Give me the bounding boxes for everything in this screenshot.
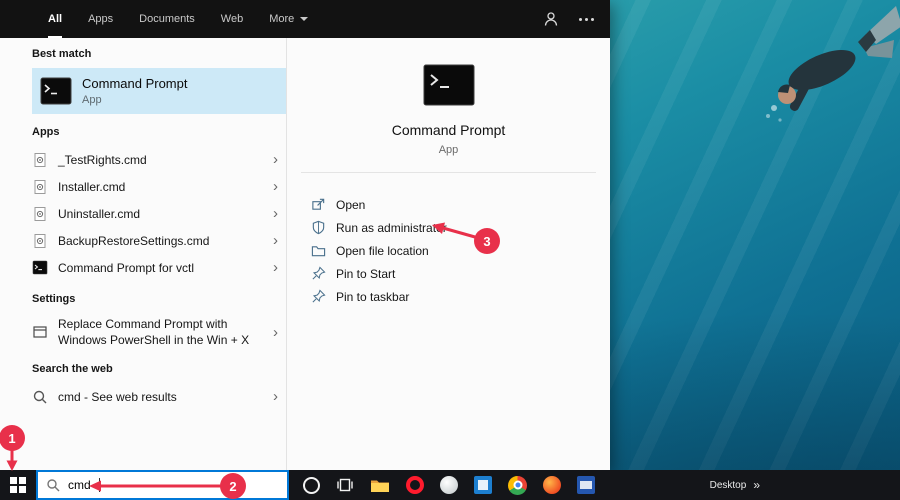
section-header-best-match: Best match [32,44,286,68]
result-label: Replace Command Prompt with Windows Powe… [58,316,256,348]
text-cursor [99,478,100,492]
result-backuprestoresettings-cmd[interactable]: BackupRestoreSettings.cmd [32,227,286,254]
best-match-title: Command Prompt [82,76,187,91]
action-pin-to-taskbar[interactable]: Pin to taskbar [311,285,610,308]
blue-window-app-icon[interactable] [474,476,492,494]
result-label: Command Prompt for vctl [58,261,194,275]
taskbar: cmd [0,470,900,500]
desktop-peek[interactable]: Desktop [710,478,760,492]
search-bar-actions [543,0,610,38]
command-prompt-icon [32,260,48,275]
diver-figure [670,0,900,175]
chevron-right-icon[interactable] [273,179,278,194]
result-testrights-cmd[interactable]: _TestRights.cmd [32,146,286,173]
window-settings-icon [32,324,48,340]
search-results-list: Best match Command Prompt App Apps [0,38,286,470]
search-filter-bar: All Apps Documents Web More [0,0,610,38]
preview-title: Command Prompt [392,122,506,138]
tab-documents[interactable]: Documents [139,0,195,38]
tab-more-label: More [269,13,294,25]
command-prompt-icon [40,77,72,105]
chevron-down-icon [300,17,308,21]
preview-actions: Open Run as administrator Open fi [287,193,610,308]
section-header-apps: Apps [32,122,286,146]
chevron-right-icon[interactable] [273,233,278,248]
preview-subtitle: App [439,144,459,156]
search-icon [32,389,48,405]
cortana-icon[interactable] [303,477,320,494]
cmd-file-icon [32,206,48,222]
admin-shield-icon [311,220,326,235]
windows-logo-icon [10,477,26,493]
result-label: _TestRights.cmd [58,153,147,167]
result-command-prompt-vctl[interactable]: Command Prompt for vctl [32,254,286,281]
result-uninstaller-cmd[interactable]: Uninstaller.cmd [32,200,286,227]
section-header-search-web: Search the web [32,359,286,383]
action-label: Pin to taskbar [336,290,409,304]
result-label: cmd - See web results [58,390,177,404]
action-label: Pin to Start [336,267,395,281]
open-icon [311,197,326,212]
result-label: BackupRestoreSettings.cmd [58,234,209,248]
file-explorer-icon[interactable] [370,477,390,493]
result-replace-cmd-powershell[interactable]: Replace Command Prompt with Windows Powe… [32,313,286,351]
chevron-right-icon[interactable] [273,260,278,275]
command-prompt-icon-large [423,64,475,106]
orange-app-icon[interactable] [543,476,561,494]
action-open-file-location[interactable]: Open file location [311,239,610,262]
taskbar-search-input[interactable]: cmd [36,470,289,500]
chevron-right-icon[interactable] [273,152,278,167]
desktop-label: Desktop [710,480,747,491]
folder-location-icon [311,243,326,258]
blue-app-icon[interactable] [577,476,595,494]
preview-divider [301,172,596,173]
cmd-file-icon [32,152,48,168]
chrome-icon[interactable] [508,476,527,495]
taskbar-app-icons [303,476,595,495]
section-header-settings: Settings [32,289,286,313]
tab-web[interactable]: Web [221,0,243,38]
tab-apps[interactable]: Apps [88,0,113,38]
pin-icon [311,266,326,281]
task-view-icon[interactable] [336,477,354,493]
tab-all[interactable]: All [48,0,62,38]
start-search-flyout: All Apps Documents Web More Best match [0,0,610,470]
action-run-as-administrator[interactable]: Run as administrator [311,216,610,239]
result-cmd-web-search[interactable]: cmd - See web results [32,383,286,410]
screen: All Apps Documents Web More Best match [0,0,900,500]
preview-pane: Command Prompt App Open [286,38,610,470]
cmd-file-icon [32,233,48,249]
action-label: Run as administrator [336,221,447,235]
start-button[interactable] [0,470,36,500]
chevron-right-icon[interactable] [273,206,278,221]
action-open[interactable]: Open [311,193,610,216]
action-label: Open file location [336,244,429,258]
best-match-subtitle: App [82,94,187,106]
tab-more[interactable]: More [269,0,308,38]
best-match-result[interactable]: Command Prompt App [32,68,286,114]
action-label: Open [336,198,365,212]
result-label: Uninstaller.cmd [58,207,140,221]
best-match-text: Command Prompt App [82,76,187,106]
cmd-file-icon [32,179,48,195]
ellipsis-icon[interactable] [579,18,594,21]
chevron-right-icon[interactable] [273,325,278,340]
chevron-double-right-icon [753,478,760,492]
result-label: Installer.cmd [58,180,125,194]
chevron-right-icon[interactable] [273,389,278,404]
search-content: Best match Command Prompt App Apps [0,38,610,470]
account-icon[interactable] [543,11,559,27]
opera-icon[interactable] [406,476,424,494]
result-installer-cmd[interactable]: Installer.cmd [32,173,286,200]
light-app-icon[interactable] [440,476,458,494]
search-icon [46,478,60,492]
search-query-text: cmd [68,478,91,492]
action-pin-to-start[interactable]: Pin to Start [311,262,610,285]
pin-icon [311,289,326,304]
